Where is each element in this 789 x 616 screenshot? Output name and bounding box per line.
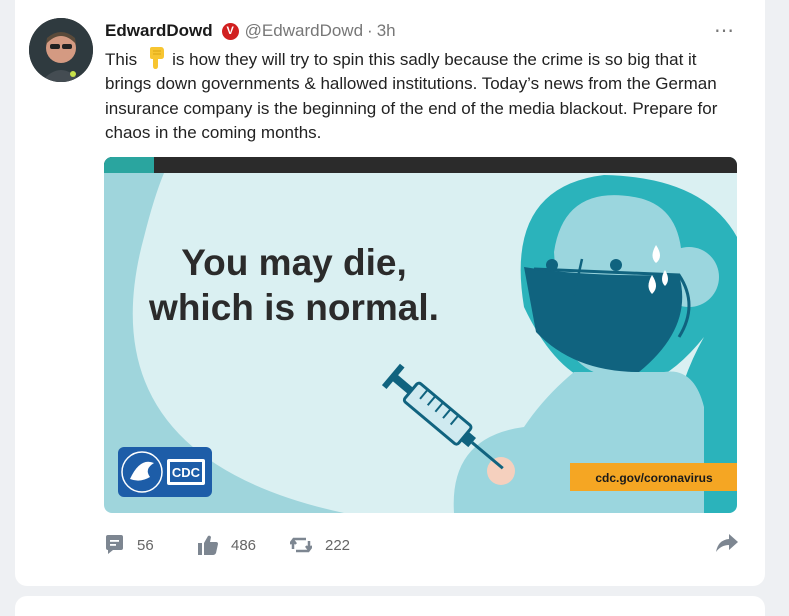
comment-button[interactable]: 56: [105, 534, 154, 556]
like-button[interactable]: 486: [198, 534, 256, 556]
post-time[interactable]: 3h: [377, 21, 396, 41]
headline-line-2: which is normal.: [148, 287, 439, 328]
comment-count: 56: [137, 536, 154, 554]
headline-line-1: You may die,: [181, 242, 407, 283]
post-text-start: This: [105, 50, 138, 69]
post-text: This is how they will try to spin this sa…: [105, 47, 745, 145]
action-bar: 56 486 222: [105, 534, 740, 556]
next-post-card: [15, 596, 765, 616]
pointing-down-emoji-icon: [146, 47, 166, 69]
cdc-logo-text: CDC: [172, 465, 201, 480]
separator: ·: [367, 21, 373, 40]
cdc-logo: CDC: [118, 447, 212, 497]
post-text-rest: is how they will try to spin this sadly …: [105, 50, 718, 142]
more-options-icon[interactable]: ⋯: [714, 18, 736, 43]
author-handle[interactable]: @EdwardDowd: [245, 21, 363, 41]
repost-button[interactable]: 222: [290, 534, 350, 556]
post-header: EdwardDowd V @EdwardDowd · 3h: [105, 20, 396, 42]
share-arrow-icon: [716, 534, 738, 552]
comment-icon: [106, 535, 123, 554]
url-tag: cdc.gov/coronavirus: [595, 471, 713, 485]
thumbs-up-icon: [198, 535, 218, 555]
like-count: 486: [231, 536, 257, 554]
repost-icon: [290, 537, 312, 553]
repost-count: 222: [325, 536, 351, 554]
post-image[interactable]: You may die, which is normal. CDC cdc.go…: [104, 157, 737, 513]
author-avatar[interactable]: [29, 18, 93, 82]
verified-badge-icon: V: [221, 22, 239, 40]
share-button[interactable]: [716, 534, 738, 557]
author-name[interactable]: EdwardDowd: [105, 21, 213, 41]
